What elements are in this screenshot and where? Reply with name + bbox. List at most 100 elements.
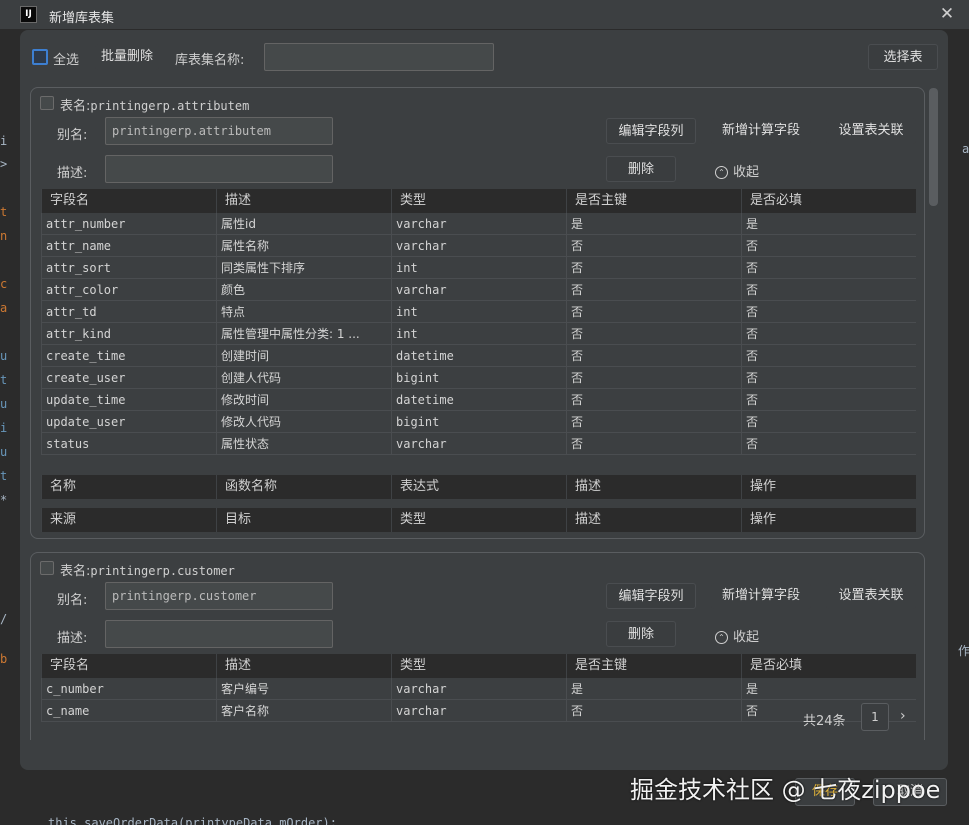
add-computed-field-button[interactable]: 新增计算字段	[711, 583, 811, 609]
table-cell: int	[391, 257, 566, 279]
table-cell: 属性名称	[216, 235, 391, 257]
table-row[interactable]: attr_number 属性id varchar 是是	[41, 213, 916, 235]
column-header[interactable]: 表达式	[391, 475, 566, 499]
select-table-button[interactable]: 选择表	[868, 44, 938, 70]
column-header[interactable]: 类型	[391, 508, 566, 532]
table-cell: datetime	[391, 345, 566, 367]
table-cell: 客户编号	[216, 678, 391, 700]
table-row[interactable]: attr_color 颜色 varchar 否否	[41, 279, 916, 301]
table-row[interactable]: c_number 客户编号 varchar 是是	[41, 678, 916, 700]
table-checkbox[interactable]	[40, 96, 54, 110]
set-name-input[interactable]	[264, 43, 494, 71]
description-input[interactable]	[105, 155, 333, 183]
editor-glyph: i	[0, 421, 8, 435]
editor-glyph: t	[0, 373, 8, 387]
editor-glyph: u	[0, 445, 8, 459]
column-header[interactable]: 描述	[566, 475, 741, 499]
table-cell: varchar	[391, 213, 566, 235]
column-header[interactable]: 描述	[566, 508, 741, 532]
table-row[interactable]: status 属性状态 varchar 否否	[41, 433, 916, 455]
editor-glyph: t	[0, 205, 8, 219]
table-cell: update_user	[41, 411, 216, 433]
column-header[interactable]: 类型	[391, 654, 566, 678]
set-relation-button[interactable]: 设置表关联	[826, 583, 916, 609]
table-cell: 否	[566, 235, 741, 257]
table-row[interactable]: attr_name 属性名称 varchar 否否	[41, 235, 916, 257]
column-header[interactable]: 操作	[741, 508, 916, 532]
table-name-title: 表名:printingerp.customer	[60, 560, 235, 579]
edit-fields-button[interactable]: 编辑字段列	[606, 583, 696, 609]
editor-code-line: this.saveOrderData(printypeData.mOrder);	[48, 816, 337, 825]
collapse-button[interactable]: ⌃ 收起	[715, 161, 759, 180]
table-cell: 否	[741, 389, 916, 411]
column-header[interactable]: 描述	[216, 189, 391, 213]
table-row[interactable]: attr_sort 同类属性下排序 int 否否	[41, 257, 916, 279]
dialog-panel: 全选 批量删除 库表集名称: 选择表 表名: printingerp.attrib…	[20, 30, 948, 770]
close-icon[interactable]: ✕	[937, 4, 957, 24]
column-header[interactable]: 描述	[216, 654, 391, 678]
column-header[interactable]: 类型	[391, 189, 566, 213]
table-row[interactable]: attr_kind 属性管理中属性分类: 1 ... int 否否	[41, 323, 916, 345]
table-cell: int	[391, 323, 566, 345]
scrollbar-thumb[interactable]	[929, 88, 938, 206]
add-computed-field-button[interactable]: 新增计算字段	[711, 118, 811, 144]
table-cell: 否	[741, 235, 916, 257]
delete-table-button[interactable]: 删除	[606, 621, 676, 647]
select-all-checkbox[interactable]	[32, 49, 48, 65]
delete-table-button[interactable]: 删除	[606, 156, 676, 182]
table-cell: 颜色	[216, 279, 391, 301]
select-all-label[interactable]: 全选	[53, 49, 79, 68]
table-cell: attr_sort	[41, 257, 216, 279]
table-row[interactable]: create_time 创建时间 datetime 否否	[41, 345, 916, 367]
field-grid: 字段名 描述 类型 是否主键 是否必填 c_number 客户编号 varchar 是是 c_na…	[41, 654, 916, 740]
app-icon: IJ	[20, 6, 37, 23]
column-header[interactable]: 是否主键	[566, 189, 741, 213]
table-cell: 否	[566, 301, 741, 323]
grid-header: 来源 目标 类型 描述 操作	[41, 508, 916, 532]
column-header[interactable]: 字段名	[41, 654, 216, 678]
table-cell: create_time	[41, 345, 216, 367]
column-header[interactable]: 函数名称	[216, 475, 391, 499]
column-header[interactable]: 是否必填	[741, 654, 916, 678]
table-row[interactable]: update_user 修改人代码 bigint 否否	[41, 411, 916, 433]
table-row[interactable]: update_time 修改时间 datetime 否否	[41, 389, 916, 411]
dialog-toolbar: 全选 批量删除 库表集名称: 选择表	[20, 30, 948, 84]
edit-fields-button[interactable]: 编辑字段列	[606, 118, 696, 144]
vertical-scrollbar[interactable]	[929, 88, 938, 708]
table-cell: 创建时间	[216, 345, 391, 367]
column-header[interactable]: 是否主键	[566, 654, 741, 678]
pager-page-button[interactable]: 1	[861, 703, 889, 731]
column-header[interactable]: 是否必填	[741, 189, 916, 213]
table-cell: 否	[741, 345, 916, 367]
editor-glyph: t	[0, 469, 8, 483]
table-checkbox[interactable]	[40, 561, 54, 575]
set-relation-button[interactable]: 设置表关联	[826, 118, 916, 144]
table-row[interactable]: create_user 创建人代码 bigint 否否	[41, 367, 916, 389]
column-header[interactable]: 名称	[41, 475, 216, 499]
table-cell: 否	[741, 257, 916, 279]
table-cell: 否	[566, 367, 741, 389]
pager-next-icon[interactable]: ›	[900, 708, 906, 724]
grid-header: 名称 函数名称 表达式 描述 操作	[41, 475, 916, 499]
column-header[interactable]: 来源	[41, 508, 216, 532]
table-name-label: 表名:	[60, 564, 91, 579]
table-cell: 否	[741, 323, 916, 345]
table-row[interactable]: attr_td 特点 int 否否	[41, 301, 916, 323]
collapse-button[interactable]: ⌃ 收起	[715, 626, 759, 645]
table-cell: update_time	[41, 389, 216, 411]
column-header[interactable]: 目标	[216, 508, 391, 532]
column-header[interactable]: 字段名	[41, 189, 216, 213]
tables-scroll-area[interactable]: 表名:printingerp.attributem 别名: printingerp.…	[20, 84, 948, 740]
table-cell: varchar	[391, 700, 566, 722]
table-row[interactable]: c_name 客户名称 varchar 否否	[41, 700, 916, 722]
description-input[interactable]	[105, 620, 333, 648]
alias-input[interactable]: printingerp.customer	[105, 582, 333, 610]
table-cell: 客户名称	[216, 700, 391, 722]
editor-glyph: >	[0, 157, 8, 171]
alias-input[interactable]: printingerp.attributem	[105, 117, 333, 145]
table-cell: 是	[566, 678, 741, 700]
editor-glyph: n	[0, 229, 8, 243]
table-card: 表名:printingerp.customer 别名: printingerp.cu…	[30, 552, 925, 740]
column-header[interactable]: 操作	[741, 475, 916, 499]
batch-delete-button[interactable]: 批量删除	[95, 44, 159, 70]
